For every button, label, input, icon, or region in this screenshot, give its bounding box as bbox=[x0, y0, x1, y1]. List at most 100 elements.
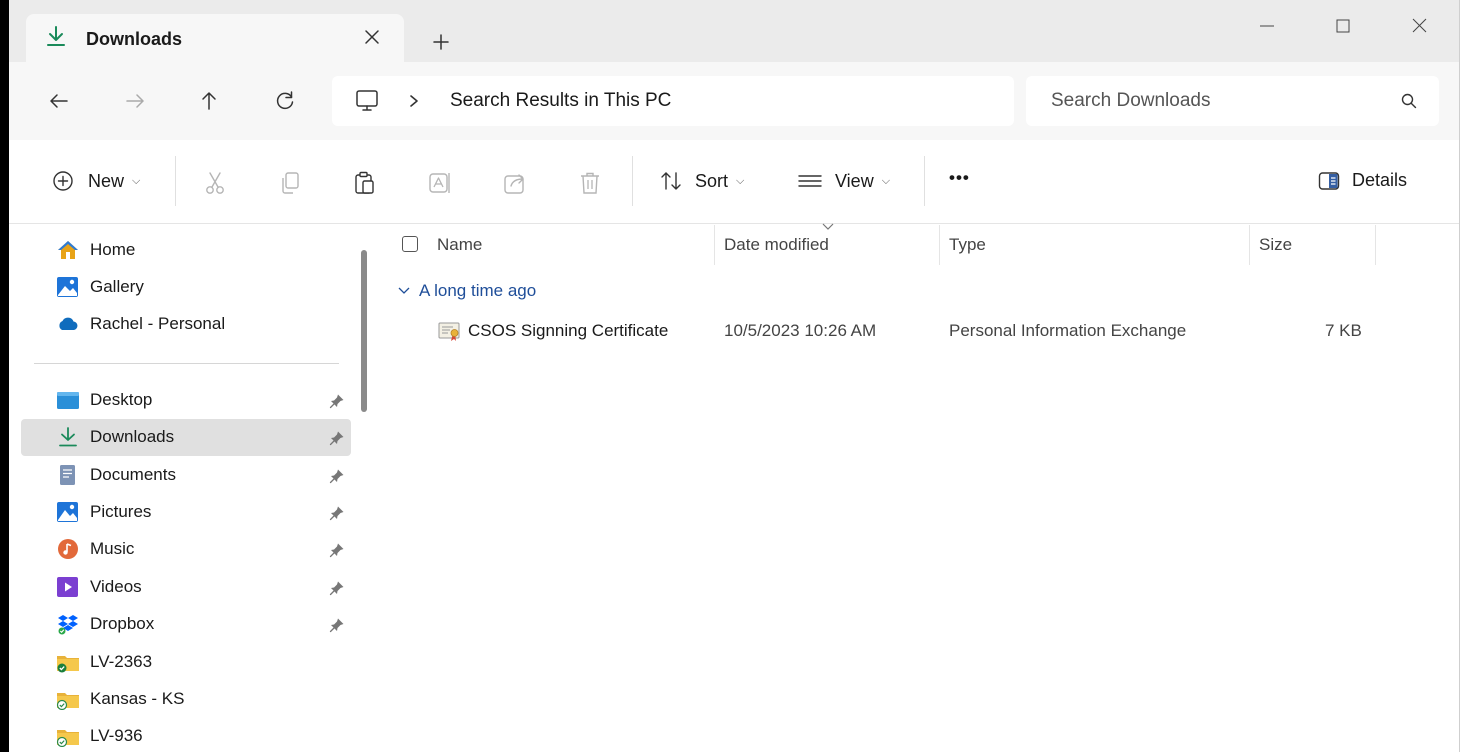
file-list: Name Date modified Type Size A long time… bbox=[379, 223, 1459, 752]
tab-title: Downloads bbox=[86, 29, 183, 49]
sidebar-item-label: Downloads bbox=[90, 427, 175, 446]
videos-icon bbox=[57, 577, 78, 597]
tab-downloads[interactable]: Downloads bbox=[26, 14, 404, 62]
divider bbox=[632, 156, 633, 206]
divider bbox=[34, 363, 339, 364]
pin-icon[interactable] bbox=[329, 505, 345, 521]
sort-button[interactable]: Sort ⌵ bbox=[659, 170, 744, 192]
view-button[interactable]: View ⌵ bbox=[797, 170, 890, 192]
sidebar-item-label: Desktop bbox=[90, 390, 153, 409]
sidebar-item-documents[interactable]: Documents bbox=[21, 457, 351, 494]
pin-icon[interactable] bbox=[329, 468, 345, 484]
sort-label: Sort bbox=[695, 170, 729, 191]
download-icon bbox=[59, 427, 77, 447]
sync-folder-icon bbox=[56, 693, 79, 710]
onedrive-cloud-icon bbox=[59, 317, 78, 330]
sidebar-item-downloads[interactable]: Downloads bbox=[21, 419, 351, 456]
sidebar-item-gallery[interactable]: Gallery bbox=[21, 269, 351, 306]
pin-icon[interactable] bbox=[329, 393, 345, 409]
new-button[interactable]: New ⌵ bbox=[52, 170, 140, 192]
maximize-icon[interactable] bbox=[1329, 12, 1357, 40]
sidebar-item-label: Pictures bbox=[90, 502, 152, 521]
divider bbox=[924, 156, 925, 206]
gallery-icon bbox=[57, 277, 78, 297]
sync-folder-icon bbox=[56, 730, 79, 747]
pin-icon[interactable] bbox=[329, 430, 345, 446]
more-options-icon: ••• bbox=[949, 168, 970, 187]
title-bar: Downloads bbox=[9, 0, 1459, 62]
sidebar-item-label: LV-2363 bbox=[90, 652, 153, 671]
file-name: CSOS Signning Certificate bbox=[468, 321, 669, 340]
group-header[interactable]: A long time ago bbox=[397, 281, 536, 301]
column-divider[interactable] bbox=[1375, 225, 1376, 265]
sidebar-item-lv-936[interactable]: LV-936 bbox=[21, 718, 351, 752]
search-icon[interactable] bbox=[1400, 92, 1418, 110]
music-icon bbox=[58, 539, 78, 559]
back-arrow-icon[interactable] bbox=[46, 88, 72, 114]
details-button[interactable]: Details bbox=[1318, 170, 1407, 191]
new-label: New bbox=[88, 170, 125, 191]
more-options-button[interactable]: ••• bbox=[949, 168, 970, 188]
download-icon bbox=[47, 26, 65, 46]
sidebar-item-videos[interactable]: Videos bbox=[21, 569, 351, 606]
sidebar-item-label: Gallery bbox=[90, 277, 144, 296]
sidebar-item-pictures[interactable]: Pictures bbox=[21, 494, 351, 531]
file-date-modified: 10/5/2023 10:26 AM bbox=[724, 321, 877, 340]
details-pane-icon bbox=[1318, 171, 1340, 190]
sidebar-item-rachel-personal[interactable]: Rachel - Personal bbox=[21, 306, 351, 343]
sidebar-item-label: Kansas - KS bbox=[90, 689, 185, 708]
sidebar-item-lv-2363[interactable]: LV-2363 bbox=[21, 644, 351, 681]
address-bar[interactable]: Search Results in This PC bbox=[332, 76, 1014, 126]
view-icon bbox=[798, 175, 822, 187]
sidebar-item-dropbox[interactable]: Dropbox bbox=[21, 606, 351, 643]
sidebar-item-kansas-ks[interactable]: Kansas - KS bbox=[21, 681, 351, 718]
forward-arrow-icon[interactable] bbox=[122, 88, 148, 114]
refresh-icon[interactable] bbox=[272, 88, 298, 114]
close-tab-icon[interactable] bbox=[361, 26, 383, 48]
sidebar-item-label: LV-936 bbox=[90, 726, 143, 745]
chevron-right-icon[interactable] bbox=[407, 93, 421, 109]
certificate-file-icon bbox=[438, 322, 460, 341]
rename-icon[interactable] bbox=[427, 170, 453, 196]
sort-icon bbox=[661, 172, 681, 190]
home-icon bbox=[58, 241, 78, 259]
sidebar-item-label: Videos bbox=[90, 577, 142, 596]
sidebar-item-label: Music bbox=[90, 539, 135, 558]
copy-icon[interactable] bbox=[277, 170, 303, 196]
screen-edge bbox=[0, 0, 9, 752]
up-arrow-icon[interactable] bbox=[196, 88, 222, 114]
synced-folder-icon bbox=[57, 656, 79, 673]
cut-icon[interactable] bbox=[202, 170, 228, 196]
select-all-checkbox[interactable] bbox=[402, 236, 418, 252]
sidebar-item-home[interactable]: Home bbox=[21, 232, 351, 269]
chevron-down-icon: ⌵ bbox=[132, 174, 141, 187]
search-box[interactable]: Search Downloads bbox=[1026, 76, 1439, 126]
column-header-date-modified[interactable]: Date modified bbox=[724, 235, 829, 255]
pin-icon[interactable] bbox=[329, 580, 345, 596]
column-header-size[interactable]: Size bbox=[1259, 235, 1292, 255]
minimize-icon[interactable] bbox=[1253, 12, 1281, 40]
column-header-type[interactable]: Type bbox=[949, 235, 986, 255]
pin-icon[interactable] bbox=[329, 617, 345, 633]
paste-icon[interactable] bbox=[352, 170, 378, 196]
sidebar-scrollbar[interactable] bbox=[361, 250, 367, 412]
share-icon[interactable] bbox=[502, 170, 528, 196]
address-path: Search Results in This PC bbox=[450, 90, 672, 111]
chevron-down-icon: ⌵ bbox=[881, 174, 891, 187]
pin-icon[interactable] bbox=[329, 542, 345, 558]
column-divider[interactable] bbox=[939, 225, 940, 265]
new-tab-icon[interactable] bbox=[429, 30, 453, 54]
file-explorer-window: Downloads Search Results in This PC Sear… bbox=[9, 0, 1460, 752]
column-divider[interactable] bbox=[714, 225, 715, 265]
column-divider[interactable] bbox=[1249, 225, 1250, 265]
close-window-icon[interactable] bbox=[1405, 12, 1433, 40]
search-placeholder: Search Downloads bbox=[1051, 90, 1211, 111]
sidebar-item-music[interactable]: Music bbox=[21, 531, 351, 568]
plus-circle-icon bbox=[53, 171, 73, 191]
file-row[interactable]: CSOS Signning Certificate 10/5/2023 10:2… bbox=[379, 313, 1439, 349]
delete-icon[interactable] bbox=[577, 170, 603, 196]
sidebar-item-desktop[interactable]: Desktop bbox=[21, 382, 351, 419]
column-header-name[interactable]: Name bbox=[437, 235, 482, 255]
divider bbox=[175, 156, 176, 206]
documents-icon bbox=[60, 465, 75, 485]
